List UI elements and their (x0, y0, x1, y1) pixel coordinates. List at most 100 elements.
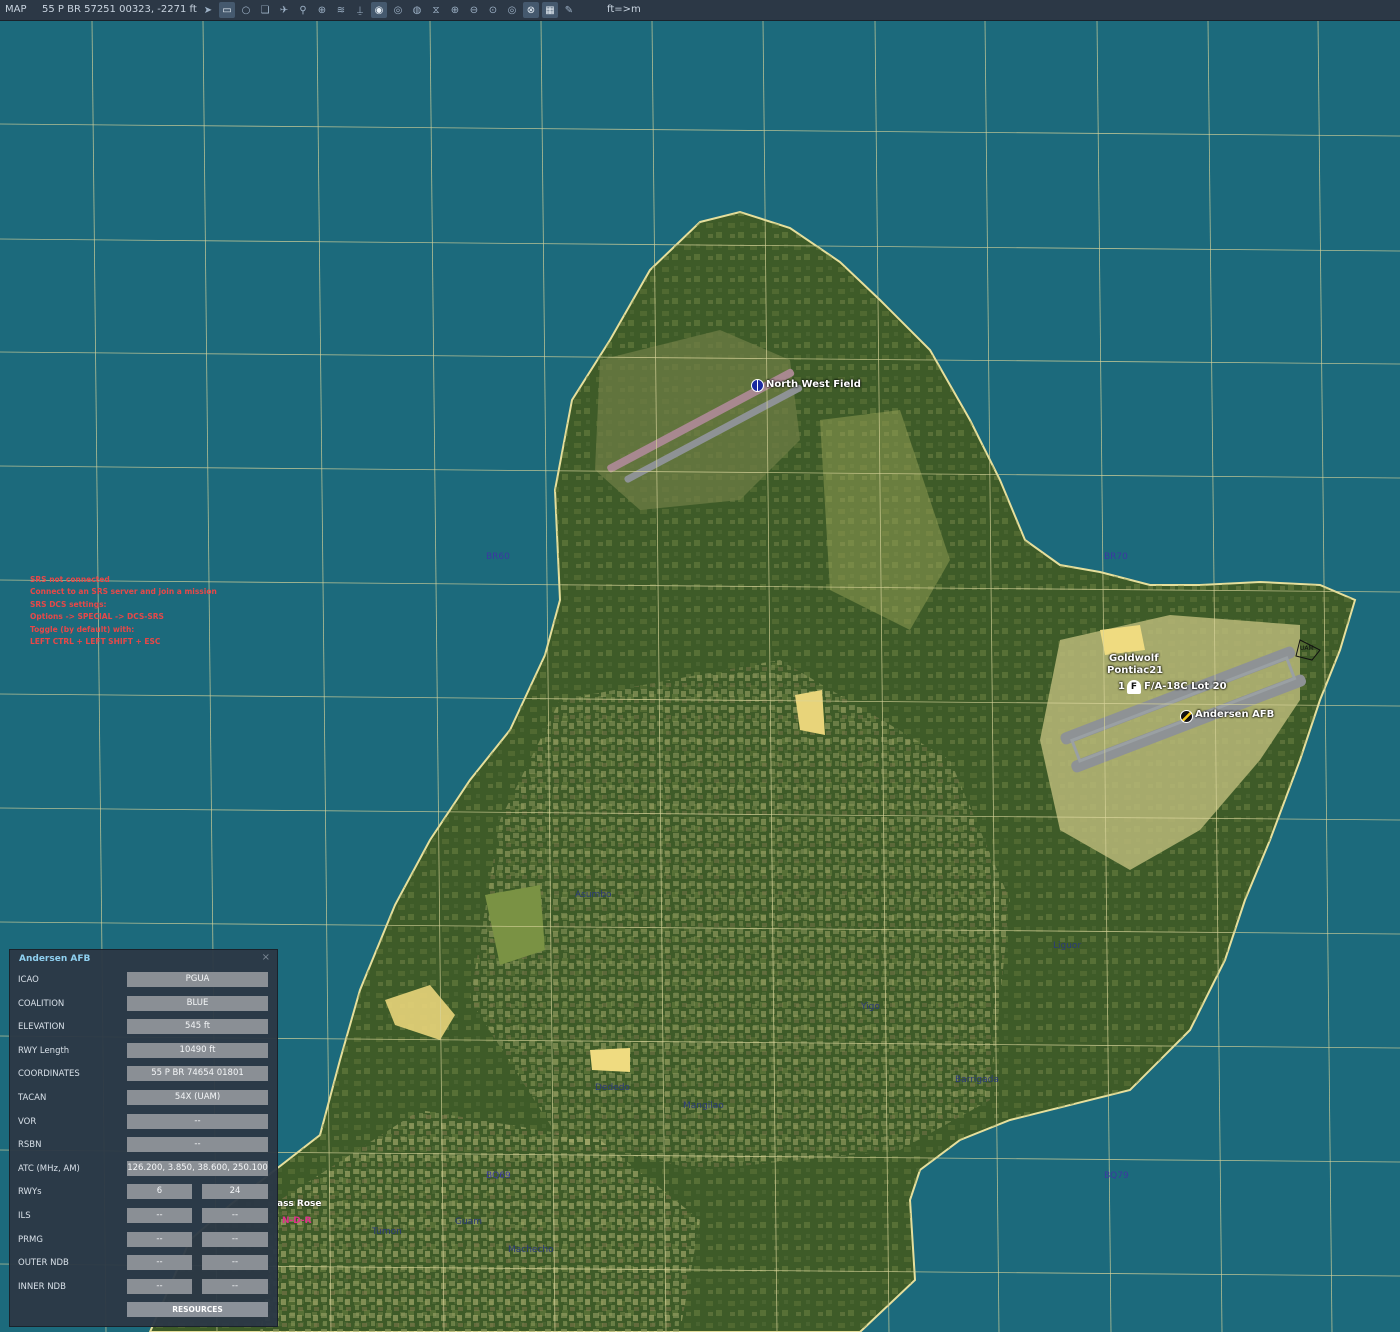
layers-icon[interactable]: ❏ (257, 2, 273, 18)
panel-row-label: RSBN (18, 1140, 42, 1151)
panel-pair-right: -- (202, 1231, 268, 1247)
panel-row-label: VOR (18, 1116, 37, 1127)
panel-row-value: 55 P BR 74654 01801 (127, 1066, 268, 1082)
panel-row-label: COORDINATES (18, 1069, 80, 1080)
panel-pair-left: 6 (127, 1184, 192, 1200)
cursor-coordinates: 55 P BR 57251 00323, -2271 ft (42, 4, 197, 15)
field-patch (1100, 625, 1145, 655)
panel-row: ELEVATION 545 ft (10, 1019, 277, 1035)
srs-status-message: SRS not connected Connect to an SRS serve… (30, 574, 217, 648)
panel-pair-left: -- (127, 1255, 192, 1271)
panel-row: TACAN 54X (UAM) (10, 1090, 277, 1106)
view2-icon[interactable]: ◎ (390, 2, 406, 18)
unit-type-label: F/A-18C Lot 20 (1144, 681, 1227, 692)
pencil-icon[interactable]: ✎ (561, 2, 577, 18)
unit-count: 1 (1118, 681, 1125, 692)
signal-icon[interactable]: ≋ (333, 2, 349, 18)
place-name-label: Tumon (372, 1227, 402, 1237)
route-icon[interactable]: ⚲ (295, 2, 311, 18)
panel-row-label: TACAN (18, 1093, 47, 1103)
panel-row-label: ILS (18, 1211, 31, 1221)
navigate-icon[interactable]: ➤ (200, 2, 216, 18)
srs-message-line: Connect to an SRS server and join a miss… (30, 587, 217, 597)
place-name-label: Liguor (1053, 941, 1082, 951)
units-toggle[interactable]: ft=>m (607, 4, 641, 15)
place-name-label: Yigo (861, 1002, 880, 1012)
panel-row-value: PGUA (127, 972, 268, 987)
panel-row: COORDINATES 55 P BR 74654 01801 (10, 1066, 277, 1082)
panel-row-value: 545 ft (127, 1019, 268, 1035)
aircraft-unit-icon[interactable]: F (1127, 680, 1141, 694)
panel-pair-row: PRMG -- -- (10, 1231, 277, 1248)
panel-row-label: OUTER NDB (18, 1258, 69, 1269)
panel-row-label: PRMG (18, 1234, 43, 1245)
filter-icon[interactable]: ⧖ (428, 2, 444, 18)
resources-button[interactable]: RESOURCES (127, 1302, 268, 1317)
place-name-label: Machecho (508, 1245, 554, 1255)
panel-pair-left: -- (127, 1208, 192, 1223)
panel-row-label: COALITION (18, 998, 65, 1009)
panel-pair-row: ILS -- -- (10, 1208, 277, 1224)
panel-pair-right: -- (202, 1278, 268, 1294)
tower-icon[interactable]: ⍊ (352, 2, 368, 18)
view3-icon[interactable]: ◍ (409, 2, 425, 18)
panel-row: COALITION BLUE (10, 995, 277, 1012)
target-icon[interactable]: ⊕ (314, 2, 330, 18)
globe-icon[interactable]: ⊗ (523, 2, 539, 18)
unit-group-name[interactable]: Goldwolf (1109, 653, 1159, 664)
uam-site-label: UAM (1300, 645, 1314, 652)
grid-icon[interactable]: ▦ (542, 2, 558, 18)
grid-line-horizontal (0, 123, 1400, 137)
compass-rose-sublabel: N-D-R (282, 1216, 312, 1226)
ruler-icon[interactable]: ▭ (219, 2, 235, 18)
place-name-label: Barrigada (955, 1075, 999, 1085)
panel-row-value: 54X (UAM) (127, 1090, 268, 1105)
compass-rose-label[interactable]: ass Rose (277, 1199, 322, 1209)
field-patch (590, 1048, 630, 1072)
panel-row-label: ATC (MHz, AM) (18, 1163, 80, 1174)
place-name-label: Dededo (595, 1083, 630, 1093)
airfield-label-north-west-field[interactable]: North West Field (766, 379, 861, 390)
close-icon[interactable]: × (262, 952, 270, 963)
airfield-marker-icon[interactable] (751, 379, 764, 392)
panel-title: Andersen AFB (19, 954, 91, 964)
srs-message-line: LEFT CTRL + LEFT SHIFT + ESC (30, 637, 161, 647)
circle-icon[interactable]: ○ (238, 2, 254, 18)
srs-message-line: Options -> SPECIAL -> DCS-SRS (30, 612, 164, 622)
panel-pair-row: RWYs 6 24 (10, 1184, 277, 1200)
view-icon[interactable]: ◉ (371, 2, 387, 18)
airfield-label-andersen-afb[interactable]: Andersen AFB (1195, 709, 1274, 720)
srs-message-line: Toggle (by default) with: (30, 624, 135, 634)
panel-row-label: RWYs (18, 1187, 42, 1198)
airfield-marker-icon[interactable] (1180, 710, 1193, 723)
panel-row: ICAO PGUA (10, 972, 277, 988)
panel-row-value: -- (127, 1137, 268, 1153)
srs-message-line: SRS not connected (30, 575, 110, 584)
aircraft-icon[interactable]: ✈ (276, 2, 292, 18)
zoom-fit-icon[interactable]: ⊙ (485, 2, 501, 18)
panel-row: RSBN -- (10, 1137, 277, 1153)
panel-row-label: RWY Length (18, 1045, 70, 1056)
panel-row: VOR -- (10, 1113, 277, 1130)
panel-pair-row: OUTER NDB -- -- (10, 1255, 277, 1271)
panel-row-value: -- (127, 1113, 268, 1129)
panel-row: ATC (MHz, AM) 126.200, 3.850, 38.600, 250… (10, 1160, 277, 1177)
panel-row-label: INNER NDB (18, 1281, 66, 1292)
airfield-info-panel: Andersen AFB × ICAO PGUA COALITION BLUE ELEV… (9, 949, 278, 1327)
panel-pair-right: -- (202, 1208, 268, 1223)
unit-group-name[interactable]: Pontiac21 (1107, 665, 1163, 676)
panel-pair-right: -- (202, 1255, 268, 1271)
zoom-in-icon[interactable]: ⊕ (447, 2, 463, 18)
map-mode-label: MAP (5, 4, 27, 15)
srs-message-line: SRS DCS settings: (30, 599, 107, 609)
grid-square-label: BQ79 (1104, 1171, 1129, 1181)
zoom-out-icon[interactable]: ⊖ (466, 2, 482, 18)
place-name-label: Mangilao (683, 1101, 724, 1111)
panel-pair-left: -- (127, 1231, 192, 1247)
radar-icon[interactable]: ◎ (504, 2, 520, 18)
place-name-label: Guam (455, 1217, 482, 1227)
grid-square-label: BQ69 (486, 1171, 511, 1181)
panel-row-label: ELEVATION (18, 1022, 65, 1033)
place-name-label: Asumbo (575, 890, 612, 900)
grid-square-label: BR70 (1104, 552, 1128, 562)
